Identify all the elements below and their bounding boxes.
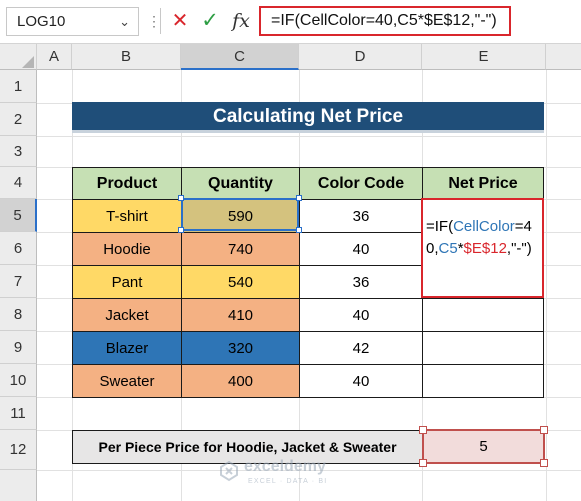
cell-net-price[interactable] [422, 364, 544, 398]
cancel-icon[interactable]: ✕ [167, 8, 193, 34]
watermark-name: exceldemy [244, 458, 326, 475]
formula-token: ,"-") [506, 240, 532, 257]
row-header-10[interactable]: 10 [0, 364, 37, 397]
selection-handle[interactable] [540, 426, 548, 434]
cell-color-code[interactable]: 36 [299, 199, 423, 233]
net-price-formula-editor[interactable]: =IF(CellColor=40,C5*$E$12,"-") [421, 198, 544, 298]
selection-handle[interactable] [178, 195, 184, 201]
row-header-13[interactable] [0, 470, 37, 501]
sheet-title[interactable]: Calculating Net Price [72, 102, 544, 133]
selection-handle[interactable] [296, 227, 302, 233]
exceldemy-logo-icon [220, 460, 238, 482]
header-net-price[interactable]: Net Price [422, 167, 544, 200]
cell-quantity[interactable]: 320 [181, 331, 300, 365]
cell-color-code[interactable]: 40 [299, 364, 423, 398]
column-header-b[interactable]: B [72, 44, 181, 70]
active-cell-outline [181, 198, 299, 231]
insert-function-icon[interactable]: fx [228, 8, 254, 34]
piece-price-value: 5 [479, 438, 488, 455]
cell-color-code[interactable]: 40 [299, 298, 423, 332]
cell-product[interactable]: Sweater [72, 364, 182, 398]
formula-token: CellColor [453, 218, 515, 235]
name-box-value: LOG10 [17, 13, 66, 30]
cell-product[interactable]: Pant [72, 265, 182, 299]
piece-price-cell[interactable]: 5 [419, 426, 548, 467]
cell-quantity[interactable]: 400 [181, 364, 300, 398]
column-header-a[interactable]: A [37, 44, 72, 70]
cell-net-price[interactable] [422, 331, 544, 365]
watermark-tagline: EXCEL · DATA · BI [248, 478, 328, 485]
gridline [546, 70, 547, 501]
cell-quantity[interactable]: 740 [181, 232, 300, 266]
header-color-code[interactable]: Color Code [299, 167, 423, 200]
enter-icon[interactable]: ✓ [197, 8, 223, 34]
cell-quantity[interactable]: 410 [181, 298, 300, 332]
row-header-4[interactable]: 4 [0, 167, 37, 199]
row-header-2[interactable]: 2 [0, 103, 37, 136]
row-header-5[interactable]: 5 [0, 199, 37, 232]
cell-color-code[interactable]: 36 [299, 265, 423, 299]
cell-product[interactable]: Hoodie [72, 232, 182, 266]
row-header-11[interactable]: 11 [0, 397, 37, 430]
row-header-12[interactable]: 12 [0, 430, 37, 470]
more-options-icon: ⋮ [147, 13, 161, 29]
row-header-8[interactable]: 8 [0, 298, 37, 331]
formula-input[interactable]: =IF(CellColor=40,C5*$E$12,"-") [259, 6, 511, 36]
column-header-d[interactable]: D [299, 44, 422, 70]
row-header-3[interactable]: 3 [0, 136, 37, 167]
cell-product[interactable]: Blazer [72, 331, 182, 365]
row-header-7[interactable]: 7 [0, 265, 37, 298]
column-header-e[interactable]: E [422, 44, 546, 70]
cell-color-code[interactable]: 40 [299, 232, 423, 266]
cell-color-code[interactable]: 42 [299, 331, 423, 365]
formula-token: C5 [438, 240, 458, 257]
formula-separator [160, 8, 161, 34]
name-box[interactable]: LOG10 ⌄ [6, 7, 139, 36]
selection-handle[interactable] [296, 195, 302, 201]
selection-handle[interactable] [178, 227, 184, 233]
cell-quantity[interactable]: 540 [181, 265, 300, 299]
row-header-9[interactable]: 9 [0, 331, 37, 364]
selection-handle[interactable] [540, 459, 548, 467]
chevron-down-icon[interactable]: ⌄ [119, 8, 130, 35]
gridline [37, 136, 581, 137]
cell-product[interactable]: Jacket [72, 298, 182, 332]
row-header-6[interactable]: 6 [0, 232, 37, 265]
cell-net-price[interactable] [422, 298, 544, 332]
selection-handle[interactable] [419, 426, 427, 434]
column-header-f[interactable] [546, 44, 581, 70]
formula-token: =IF( [426, 218, 454, 235]
header-product[interactable]: Product [72, 167, 182, 200]
header-quantity[interactable]: Quantity [181, 167, 300, 200]
selection-handle[interactable] [419, 459, 427, 467]
row-header-1[interactable]: 1 [0, 70, 37, 103]
select-all-icon [22, 56, 34, 68]
cell-product[interactable]: T-shirt [72, 199, 182, 233]
watermark-logo: exceldemy EXCEL · DATA · BI [218, 458, 358, 492]
column-header-c[interactable]: C [181, 44, 299, 70]
formula-token: $E$12 [463, 240, 507, 257]
